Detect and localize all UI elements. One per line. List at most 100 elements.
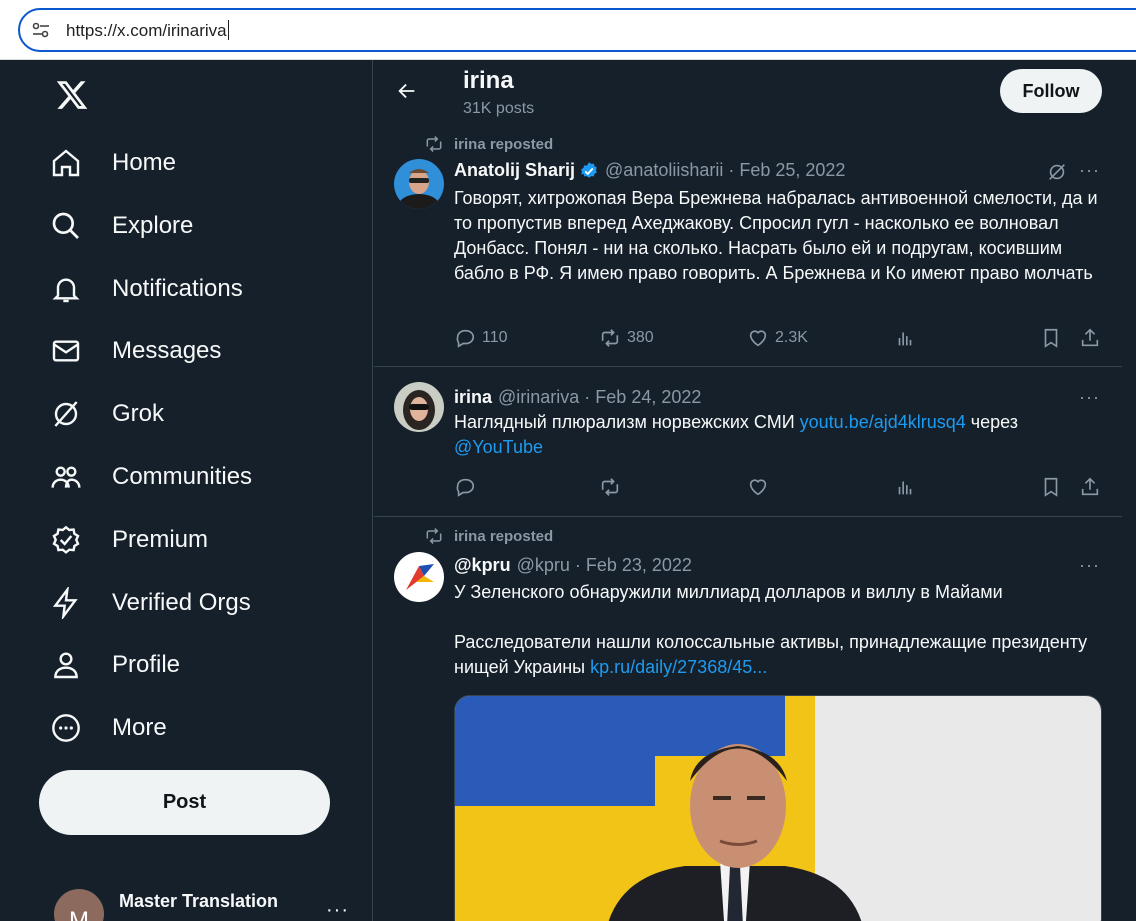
repost-indicator: irina reposted xyxy=(424,526,553,546)
avatar[interactable] xyxy=(394,382,444,432)
repost-icon xyxy=(426,527,442,545)
repost-icon xyxy=(601,478,619,496)
like-button[interactable]: 2.3K xyxy=(747,327,808,349)
post-count: 31K posts xyxy=(463,100,535,117)
avatar[interactable] xyxy=(394,159,444,209)
nav-label: Verified Orgs xyxy=(112,589,251,616)
share-button[interactable] xyxy=(1079,476,1107,498)
bell-icon xyxy=(52,278,80,303)
tweet[interactable]: irina reposted Anatolij Sharij @anatolii… xyxy=(374,130,1122,367)
nav-explore[interactable]: Explore xyxy=(50,201,193,251)
more-options-icon[interactable]: ··· xyxy=(1079,160,1100,181)
nav-label: Profile xyxy=(112,651,181,678)
address-bar[interactable]: https://x.com/irinariva xyxy=(18,8,1136,52)
repost-indicator: irina reposted xyxy=(424,134,553,154)
post-button[interactable]: Post xyxy=(39,770,330,835)
reply-icon xyxy=(456,329,475,348)
avatar[interactable] xyxy=(394,552,444,602)
analytics-icon xyxy=(898,332,912,346)
heart-icon xyxy=(749,330,767,347)
profile-header: irina 31K posts Follow xyxy=(374,60,1122,130)
analytics-icon xyxy=(898,481,912,495)
tweet-header: @kpru @kpru · Feb 23, 2022 xyxy=(454,555,692,576)
site-settings-icon[interactable] xyxy=(32,22,50,38)
tweet-link[interactable]: youtu.be/ajd4klrusq4 xyxy=(800,412,966,432)
tweet-actions xyxy=(454,476,1104,500)
envelope-icon xyxy=(52,340,80,362)
account-switcher[interactable]: M Master Translation ··· xyxy=(54,889,354,921)
avatar-image xyxy=(394,159,444,209)
account-name: Master Translation xyxy=(119,891,279,911)
mention-link[interactable]: @YouTube xyxy=(454,437,543,457)
author-name[interactable]: irina xyxy=(454,387,492,408)
bookmark-button[interactable] xyxy=(1040,476,1068,498)
x-logo-icon[interactable] xyxy=(54,78,90,112)
tweet-header: Anatolij Sharij @anatoliisharii · Feb 25… xyxy=(454,160,845,181)
media-photo xyxy=(455,696,1101,921)
share-icon xyxy=(1081,477,1099,496)
nav-grok[interactable]: Grok xyxy=(50,389,164,439)
lightning-icon xyxy=(52,587,78,619)
grok-icon xyxy=(54,401,78,427)
sidebar: Home Explore Notifications Messages Grok… xyxy=(0,60,373,921)
nav-label: Messages xyxy=(112,337,222,364)
nav-label: Notifications xyxy=(112,275,243,302)
follow-button[interactable]: Follow xyxy=(1000,69,1102,113)
repost-icon xyxy=(601,329,619,347)
nav-notifications[interactable]: Notifications xyxy=(50,264,243,314)
nav-label: Explore xyxy=(112,212,194,239)
nav-communities[interactable]: Communities xyxy=(50,452,252,502)
reply-icon xyxy=(456,478,475,497)
handle-date: @irinariva · Feb 24, 2022 xyxy=(498,387,702,407)
reply-button[interactable]: 110 xyxy=(454,327,508,349)
search-icon xyxy=(52,212,79,239)
tweet[interactable]: irina @irinariva · Feb 24, 2022 ··· Нагл… xyxy=(374,368,1122,517)
repost-button[interactable] xyxy=(599,476,627,498)
repost-icon xyxy=(426,135,442,153)
nav-label: Communities xyxy=(112,463,253,490)
author-name[interactable]: Anatolij Sharij xyxy=(454,160,575,181)
reply-button[interactable] xyxy=(454,476,482,498)
views-button[interactable] xyxy=(894,476,922,498)
profile-timeline: irina 31K posts Follow irina reposted An… xyxy=(374,60,1122,921)
nav-label: Premium xyxy=(112,526,209,553)
handle-date: @kpru · Feb 23, 2022 xyxy=(516,555,692,575)
profile-name: irina xyxy=(463,67,514,94)
tweet-media-image[interactable] xyxy=(454,695,1102,921)
views-button[interactable] xyxy=(894,327,922,349)
avatar: M xyxy=(54,889,104,921)
bookmark-icon xyxy=(1044,477,1058,497)
nav-home[interactable]: Home xyxy=(50,138,176,188)
author-name[interactable]: @kpru xyxy=(454,555,511,576)
tweet-text: Расследователи нашли колоссальные активы… xyxy=(454,632,1088,677)
nav-more[interactable]: More xyxy=(50,703,167,753)
tweet-text: Говорят, хитрожопая Вера Брежнева набрал… xyxy=(454,188,1098,283)
nav-messages[interactable]: Messages xyxy=(50,326,221,376)
more-options-icon[interactable]: ··· xyxy=(1079,387,1100,408)
nav-profile[interactable]: Profile xyxy=(50,640,180,690)
url-text[interactable]: https://x.com/irinariva xyxy=(66,20,229,41)
handle-date: @anatoliisharii · Feb 25, 2022 xyxy=(605,160,846,180)
tweet-text: Наглядный плюрализм норвежских СМИ youtu… xyxy=(454,412,1019,457)
share-icon xyxy=(1081,328,1099,347)
nav-verified-orgs[interactable]: Verified Orgs xyxy=(50,578,251,628)
more-options-icon[interactable]: ··· xyxy=(1079,555,1100,576)
share-button[interactable] xyxy=(1079,327,1107,349)
browser-toolbar: https://x.com/irinariva xyxy=(0,0,1136,60)
tweet-link[interactable]: kp.ru/daily/27368/45... xyxy=(590,657,767,677)
account-more-icon[interactable]: ··· xyxy=(326,899,349,921)
person-icon xyxy=(54,652,78,679)
back-arrow-icon[interactable] xyxy=(396,80,418,102)
nav-premium[interactable]: Premium xyxy=(50,515,208,565)
bookmark-button[interactable] xyxy=(1040,327,1068,349)
nav-label: More xyxy=(112,714,167,741)
bookmark-icon xyxy=(1044,328,1058,348)
tweet-header: irina @irinariva · Feb 24, 2022 xyxy=(454,387,701,408)
verified-badge-icon xyxy=(581,161,597,178)
like-button[interactable] xyxy=(747,476,775,498)
nav-label: Grok xyxy=(112,400,165,427)
repost-button[interactable]: 380 xyxy=(599,327,654,349)
communities-icon xyxy=(51,466,81,488)
home-icon xyxy=(52,149,80,177)
grok-icon[interactable] xyxy=(1046,161,1068,183)
